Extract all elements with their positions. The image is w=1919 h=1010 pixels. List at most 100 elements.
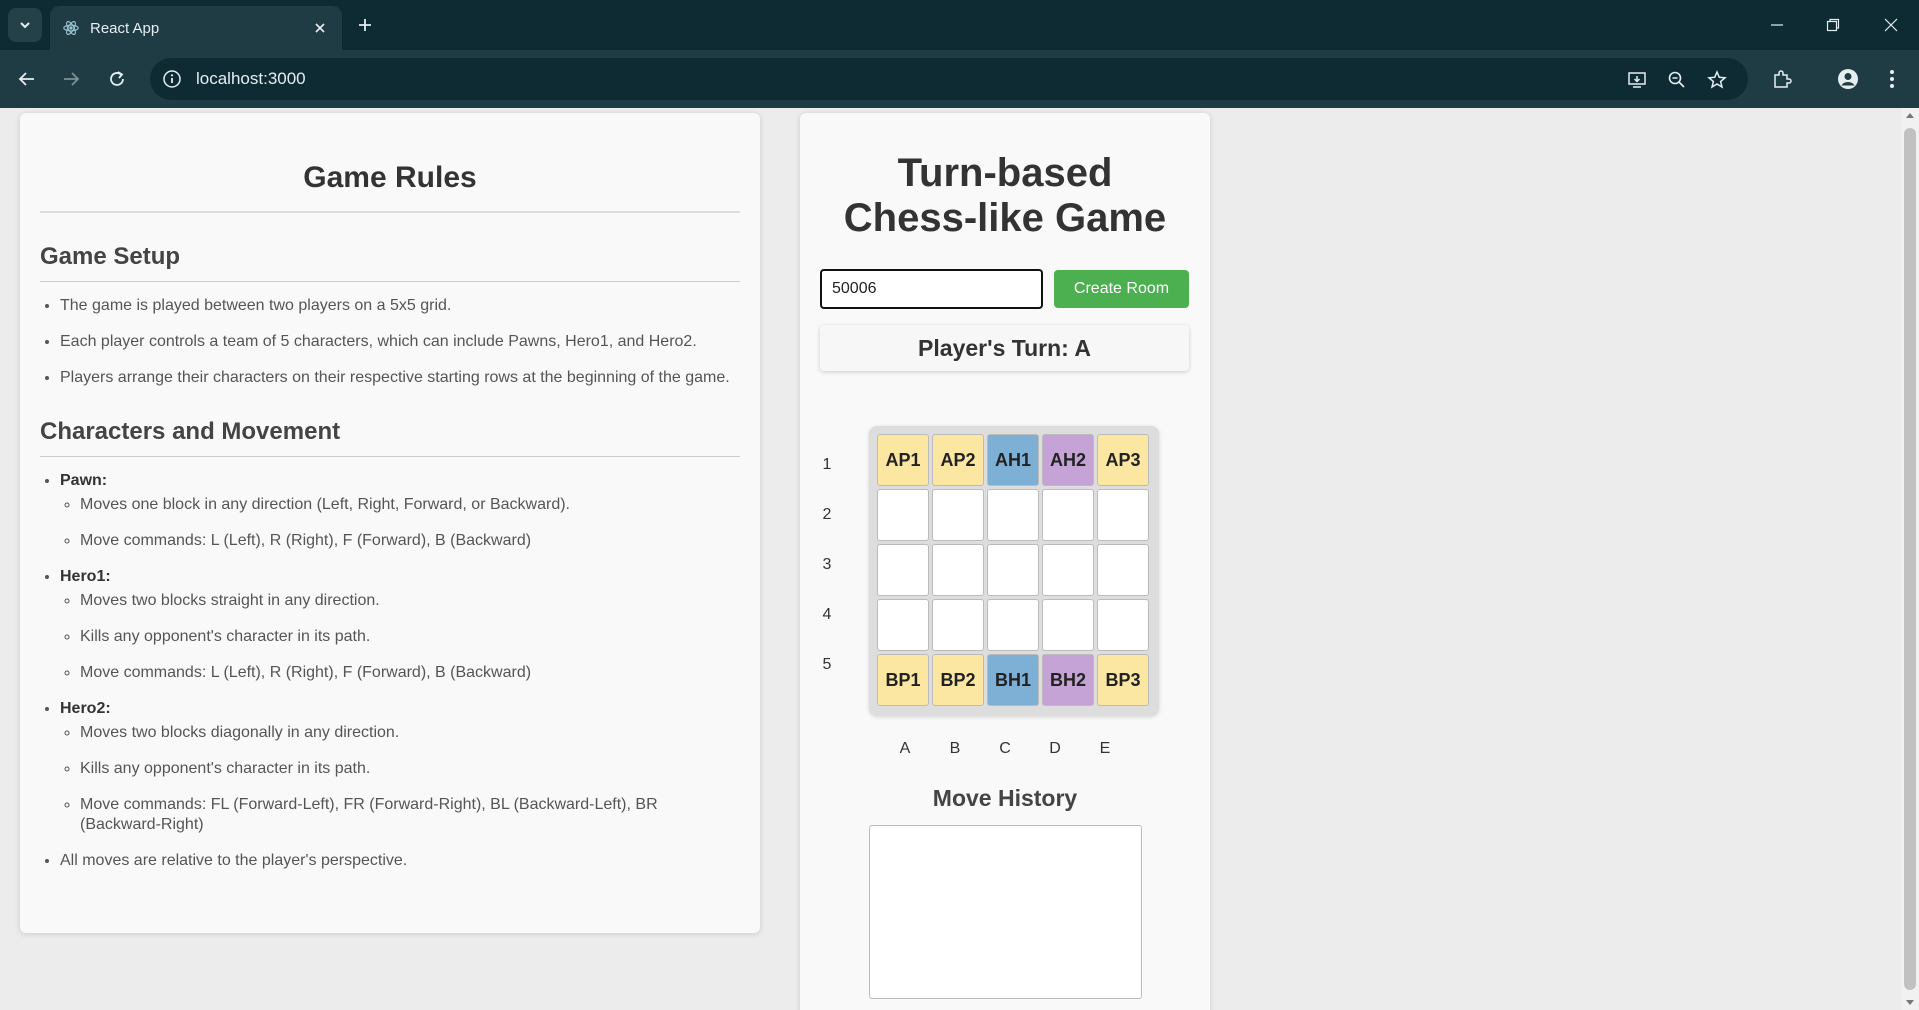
list-item: Kills any opponent's character in its pa… <box>80 627 740 647</box>
board-cell[interactable]: BP1 <box>877 654 929 706</box>
board-cell[interactable]: BH2 <box>1042 654 1094 706</box>
board-cell[interactable] <box>877 489 929 541</box>
close-icon <box>315 23 325 33</box>
board-cell[interactable]: AH1 <box>987 434 1039 486</box>
pawn-rules: Pawn: Moves one block in any direction (… <box>60 471 740 551</box>
board-cell[interactable] <box>932 489 984 541</box>
zoom-icon <box>1668 71 1685 88</box>
extensions-button[interactable] <box>1768 65 1796 93</box>
more-vertical-icon <box>1890 70 1894 88</box>
pawn-rule-list: Moves one block in any direction (Left, … <box>60 495 740 551</box>
list-item: Moves two blocks diagonally in any direc… <box>80 723 740 743</box>
browser-tab-bar: React App <box>0 0 1919 50</box>
board-cell[interactable] <box>1042 544 1094 596</box>
close-window-button[interactable] <box>1876 10 1906 40</box>
back-button[interactable] <box>12 64 42 94</box>
row-label: 3 <box>822 556 832 573</box>
bookmark-button[interactable] <box>1706 69 1728 91</box>
install-icon <box>1628 72 1646 88</box>
board-cell[interactable] <box>1042 599 1094 651</box>
arrow-left-icon <box>18 72 34 86</box>
board-cell[interactable] <box>877 599 929 651</box>
board-cell[interactable]: AP3 <box>1097 434 1149 486</box>
minimize-icon <box>1771 24 1783 26</box>
column-label: B <box>949 740 961 757</box>
list-item: Moves one block in any direction (Left, … <box>80 495 740 515</box>
column-label: C <box>999 740 1011 757</box>
turn-indicator: Player's Turn: A <box>820 325 1189 371</box>
hero1-rules: Hero1: Moves two blocks straight in any … <box>60 567 740 683</box>
forward-button[interactable] <box>56 64 86 94</box>
create-room-button[interactable]: Create Room <box>1054 270 1189 308</box>
movement-list: Pawn: Moves one block in any direction (… <box>40 471 740 871</box>
zoom-button[interactable] <box>1666 69 1688 91</box>
pawn-label: Pawn: <box>60 472 108 489</box>
board-cell[interactable] <box>932 599 984 651</box>
game-title: Turn-based Chess-like Game <box>800 151 1210 241</box>
board-cell[interactable]: AP2 <box>932 434 984 486</box>
minimize-button[interactable] <box>1762 10 1792 40</box>
hero1-label: Hero1: <box>60 568 111 585</box>
browser-toolbar: localhost:3000 <box>0 50 1919 108</box>
board-cell[interactable] <box>1042 489 1094 541</box>
info-icon[interactable] <box>162 69 182 89</box>
board-cell[interactable] <box>1097 544 1149 596</box>
avatar-icon <box>1838 69 1858 89</box>
star-icon <box>1707 70 1727 89</box>
list-item: The game is played between two players o… <box>60 296 740 316</box>
game-panel: Turn-based Chess-like Game Create Room P… <box>800 113 1210 1010</box>
hero1-rule-list: Moves two blocks straight in any directi… <box>60 591 740 683</box>
list-item: Each player controls a team of 5 charact… <box>60 332 740 352</box>
url-text[interactable]: localhost:3000 <box>196 69 306 89</box>
board-cell[interactable]: BP3 <box>1097 654 1149 706</box>
scrollbar-thumb[interactable] <box>1904 128 1916 990</box>
list-item: Kills any opponent's character in its pa… <box>80 759 740 779</box>
board-cell[interactable] <box>877 544 929 596</box>
board-cell[interactable] <box>1097 599 1149 651</box>
new-tab-button[interactable] <box>352 12 378 38</box>
movement-heading: Characters and Movement <box>40 418 740 457</box>
move-history-list[interactable] <box>869 825 1142 999</box>
hero2-rule-list: Moves two blocks diagonally in any direc… <box>60 723 740 835</box>
scroll-up-arrow[interactable] <box>1906 113 1914 118</box>
list-item: Move commands: FL (Forward-Left), FR (Fo… <box>80 795 740 835</box>
page-scrollbar[interactable] <box>1901 108 1919 1010</box>
row-label: 1 <box>822 456 832 473</box>
reload-button[interactable] <box>102 64 132 94</box>
plus-icon <box>359 19 371 31</box>
menu-button[interactable] <box>1878 65 1906 93</box>
move-history-title: Move History <box>932 785 1078 811</box>
rules-title: Game Rules <box>40 161 740 213</box>
board-cell[interactable]: BP2 <box>932 654 984 706</box>
room-id-input[interactable] <box>820 269 1043 309</box>
board-cell[interactable]: BH1 <box>987 654 1039 706</box>
board-cell[interactable]: AP1 <box>877 434 929 486</box>
scroll-down-arrow[interactable] <box>1906 1000 1914 1005</box>
list-item: Players arrange their characters on thei… <box>60 368 740 388</box>
board-cell[interactable] <box>932 544 984 596</box>
board-cell[interactable] <box>987 599 1039 651</box>
browser-tab[interactable]: React App <box>50 6 342 50</box>
game-title-line1: Turn-based <box>897 151 1113 195</box>
reload-icon <box>110 71 124 86</box>
column-label: E <box>1099 740 1111 757</box>
column-label: D <box>1049 740 1061 757</box>
profile-button[interactable] <box>1834 65 1862 93</box>
restore-button[interactable] <box>1818 10 1848 40</box>
row-label: 5 <box>822 656 832 673</box>
setup-heading: Game Setup <box>40 243 740 282</box>
board-cell[interactable]: AH2 <box>1042 434 1094 486</box>
arrow-right-icon <box>64 72 80 86</box>
board-cell[interactable] <box>987 489 1039 541</box>
board-cell[interactable] <box>987 544 1039 596</box>
list-item: Moves two blocks straight in any directi… <box>80 591 740 611</box>
row-label: 4 <box>822 606 832 623</box>
address-bar[interactable]: localhost:3000 <box>150 58 1748 100</box>
install-app-button[interactable] <box>1626 69 1648 91</box>
list-item: Move commands: L (Left), R (Right), F (F… <box>80 663 740 683</box>
board-cell[interactable] <box>1097 489 1149 541</box>
column-label: A <box>899 740 911 757</box>
tab-close-button[interactable] <box>310 18 330 38</box>
close-icon <box>1884 18 1898 32</box>
tab-search-button[interactable] <box>8 8 42 42</box>
